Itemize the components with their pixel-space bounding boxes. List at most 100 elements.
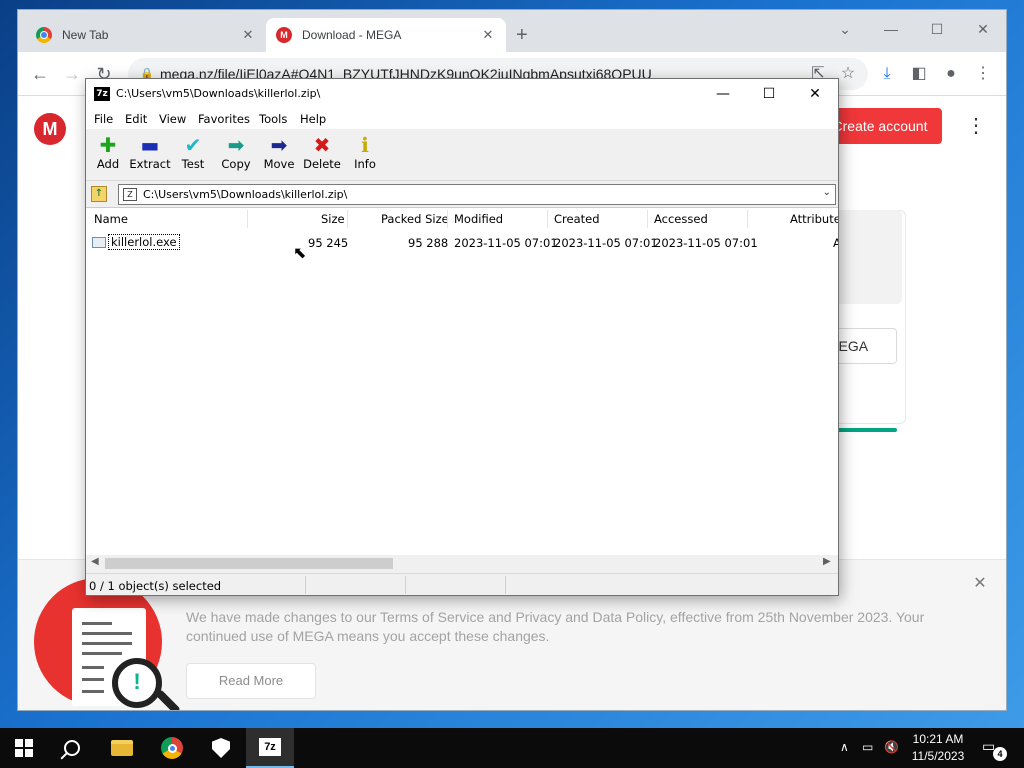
menu-tools[interactable]: Tools: [259, 112, 287, 126]
extract-button[interactable]: ▬ Extract: [128, 133, 172, 171]
menu-view[interactable]: View: [159, 112, 186, 126]
show-hidden-icons-icon[interactable]: ∧: [840, 740, 849, 754]
close-icon[interactable]: ✕: [972, 576, 988, 592]
file-name[interactable]: killerlol.exe: [108, 234, 180, 250]
clock-date: 11/5/2023: [911, 749, 965, 763]
tab-strip: New Tab ✕ M Download - MEGA ✕ + ⌄ — ☐ ✕: [18, 10, 1006, 52]
close-button[interactable]: ✕: [960, 14, 1006, 44]
check-icon: ✔: [184, 133, 202, 157]
column-created[interactable]: Created: [554, 212, 600, 226]
copy-button[interactable]: ➡ Copy: [214, 133, 258, 171]
file-attributes: A: [833, 236, 838, 250]
delete-button[interactable]: ✖ Delete: [300, 133, 344, 171]
clock-time: 10:21 AM: [912, 732, 964, 746]
download-icon[interactable]: ⤓: [875, 62, 899, 86]
file-explorer-button[interactable]: [98, 728, 146, 768]
7zip-toolbar: ✚ Add ▬ Extract ✔ Test ➡ Copy ➡ Move ✖ D…: [86, 129, 838, 181]
chevron-down-icon[interactable]: ⌄: [823, 187, 831, 198]
info-icon: ℹ: [361, 133, 369, 157]
column-name[interactable]: Name: [94, 212, 128, 226]
network-icon[interactable]: ▭: [862, 740, 873, 754]
forward-arrow-icon[interactable]: →: [60, 62, 84, 86]
menu-edit[interactable]: Edit: [125, 112, 147, 126]
horizontal-scrollbar[interactable]: ◀ ▶: [86, 555, 838, 572]
banner-illustration: !: [34, 578, 181, 710]
table-row[interactable]: killerlol.exe 95 245 95 288 2023-11-05 0…: [86, 232, 838, 252]
menu-help[interactable]: Help: [300, 112, 326, 126]
more-menu-icon[interactable]: ⋮: [966, 113, 986, 139]
side-panel-icon[interactable]: ◧: [907, 62, 931, 86]
new-tab-button[interactable]: +: [516, 24, 528, 46]
start-button[interactable]: [0, 728, 48, 768]
minimize-button[interactable]: —: [700, 79, 746, 109]
column-headers: Name Size Packed Size Modified Created A…: [86, 208, 838, 230]
notification-count-badge: 4: [993, 747, 1007, 761]
tab-close-icon[interactable]: ✕: [240, 27, 256, 43]
chrome-icon: [36, 27, 52, 43]
tab-download-mega[interactable]: M Download - MEGA ✕: [266, 18, 506, 52]
menu-favorites[interactable]: Favorites: [198, 112, 250, 126]
scrollbar-thumb[interactable]: [105, 558, 393, 569]
info-button[interactable]: ℹ Info: [343, 133, 387, 171]
7zip-title: C:\Users\vm5\Downloads\killerlol.zip\: [116, 87, 321, 100]
banner-message: We have made changes to our Terms of Ser…: [186, 609, 925, 644]
tab-close-icon[interactable]: ✕: [480, 27, 496, 43]
column-size[interactable]: Size: [321, 212, 345, 226]
windows-logo-icon: [15, 739, 33, 757]
add-button[interactable]: ✚ Add: [86, 133, 130, 171]
scroll-right-icon[interactable]: ▶: [823, 556, 831, 567]
chrome-taskbar-button[interactable]: [148, 728, 196, 768]
security-button[interactable]: [197, 728, 245, 768]
7zip-taskbar-button[interactable]: 7z: [246, 728, 294, 768]
column-attributes[interactable]: Attribute: [790, 212, 838, 226]
file-size: 95 245: [308, 236, 349, 250]
file-created: 2023-11-05 07:01: [554, 236, 658, 250]
mega-logo[interactable]: M: [34, 113, 66, 145]
column-modified[interactable]: Modified: [454, 212, 503, 226]
tab-search-icon[interactable]: ⌄: [822, 14, 868, 44]
progress-bar: [836, 428, 897, 432]
7zip-icon: 7z: [259, 738, 281, 756]
maximize-button[interactable]: ☐: [746, 79, 792, 109]
address-row: ↑ Z C:\Users\vm5\Downloads\killerlol.zip…: [86, 182, 838, 207]
read-more-button[interactable]: Read More: [186, 663, 316, 699]
folder-icon: [111, 740, 133, 756]
bookmark-star-icon[interactable]: ☆: [836, 62, 860, 86]
copy-arrow-icon: ➡: [227, 133, 245, 157]
minimize-button[interactable]: —: [868, 14, 914, 44]
search-button[interactable]: [48, 728, 96, 768]
back-arrow-icon[interactable]: ←: [28, 62, 52, 86]
mouse-cursor-icon: ⬉: [293, 243, 307, 262]
maximize-button[interactable]: ☐: [914, 14, 960, 44]
mega-icon: M: [276, 27, 292, 43]
7zip-title-bar[interactable]: 7z C:\Users\vm5\Downloads\killerlol.zip\…: [86, 79, 838, 109]
zip-path-icon: Z: [123, 188, 137, 201]
notification-center-icon[interactable]: ▭ 4: [982, 738, 1007, 761]
chrome-menu-icon[interactable]: ⋮: [971, 62, 995, 86]
plus-icon: ✚: [99, 133, 117, 157]
volume-muted-icon[interactable]: 🔇: [884, 740, 899, 754]
magnifier-icon: !: [112, 658, 162, 708]
column-accessed[interactable]: Accessed: [654, 212, 708, 226]
profile-avatar-icon[interactable]: ●: [939, 62, 963, 86]
exe-file-icon: [92, 237, 106, 248]
delete-x-icon: ✖: [313, 133, 331, 157]
path-text: C:\Users\vm5\Downloads\killerlol.zip\: [143, 188, 348, 201]
move-button[interactable]: ➡ Move: [257, 133, 301, 171]
scroll-left-icon[interactable]: ◀: [91, 556, 99, 567]
taskbar: 7z ∧ ▭ 🔇 10:21 AM 11/5/2023 ▭ 4: [0, 728, 1024, 768]
column-packed-size[interactable]: Packed Size: [381, 212, 449, 226]
up-folder-icon[interactable]: ↑: [91, 186, 107, 202]
tab-new-tab[interactable]: New Tab ✕: [26, 18, 266, 52]
close-button[interactable]: ✕: [792, 79, 838, 109]
status-bar: 0 / 1 object(s) selected: [86, 573, 838, 595]
path-combobox[interactable]: Z C:\Users\vm5\Downloads\killerlol.zip\ …: [118, 184, 836, 205]
system-clock[interactable]: 10:21 AM 11/5/2023: [900, 731, 976, 765]
menu-bar: File Edit View Favorites Tools Help: [86, 109, 838, 129]
test-button[interactable]: ✔ Test: [171, 133, 215, 171]
search-icon: [64, 740, 80, 756]
file-list[interactable]: Name Size Packed Size Modified Created A…: [86, 207, 838, 555]
file-accessed: 2023-11-05 07:01: [654, 236, 758, 250]
menu-file[interactable]: File: [94, 112, 113, 126]
file-modified: 2023-11-05 07:01: [454, 236, 558, 250]
